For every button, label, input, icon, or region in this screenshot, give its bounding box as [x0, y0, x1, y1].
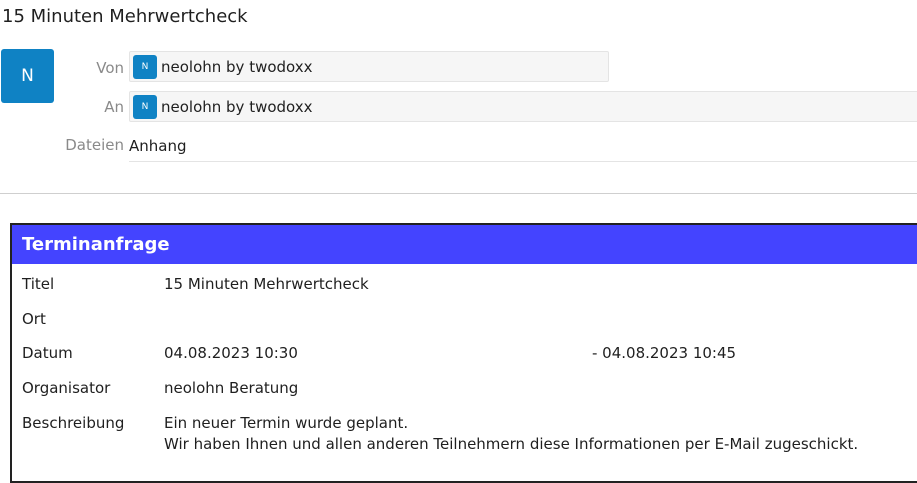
date-label: Datum — [22, 344, 73, 362]
header-divider — [0, 193, 917, 194]
from-avatar: N — [133, 54, 157, 79]
from-field[interactable]: N neolohn by twodoxx — [129, 51, 609, 82]
attachments-row: Anhang — [129, 130, 917, 162]
to-name[interactable]: neolohn by twodoxx — [161, 98, 313, 116]
date-end: - 04.08.2023 10:45 — [592, 344, 737, 362]
date-start: 04.08.2023 10:30 — [164, 344, 298, 362]
to-avatar-initial: N — [141, 101, 149, 112]
from-avatar-initial: N — [141, 61, 149, 72]
to-label: An — [104, 98, 124, 116]
location-label: Ort — [22, 310, 46, 328]
description-line-2: Wir haben Ihnen und allen anderen Teilne… — [164, 435, 859, 453]
to-avatar: N — [133, 94, 157, 119]
organizer-label: Organisator — [22, 379, 111, 397]
title-label: Titel — [22, 275, 55, 293]
organizer-value: neolohn Beratung — [164, 379, 299, 397]
from-name[interactable]: neolohn by twodoxx — [161, 58, 313, 76]
description-label: Beschreibung — [22, 414, 125, 432]
files-label: Dateien — [65, 136, 124, 154]
appointment-card: Terminanfrage Titel 15 Minuten Mehrwertc… — [10, 223, 917, 483]
appointment-header-title: Terminanfrage — [22, 234, 170, 255]
appointment-header: Terminanfrage — [12, 225, 917, 264]
sender-avatar-initial: N — [21, 66, 34, 86]
attachment-link[interactable]: Anhang — [129, 137, 187, 155]
title-value: 15 Minuten Mehrwertcheck — [164, 275, 369, 293]
message-subject: 15 Minuten Mehrwertcheck — [2, 6, 248, 27]
from-label: Von — [96, 59, 124, 77]
description-line-1: Ein neuer Termin wurde geplant. — [164, 414, 409, 432]
to-field[interactable]: N neolohn by twodoxx — [129, 91, 917, 122]
